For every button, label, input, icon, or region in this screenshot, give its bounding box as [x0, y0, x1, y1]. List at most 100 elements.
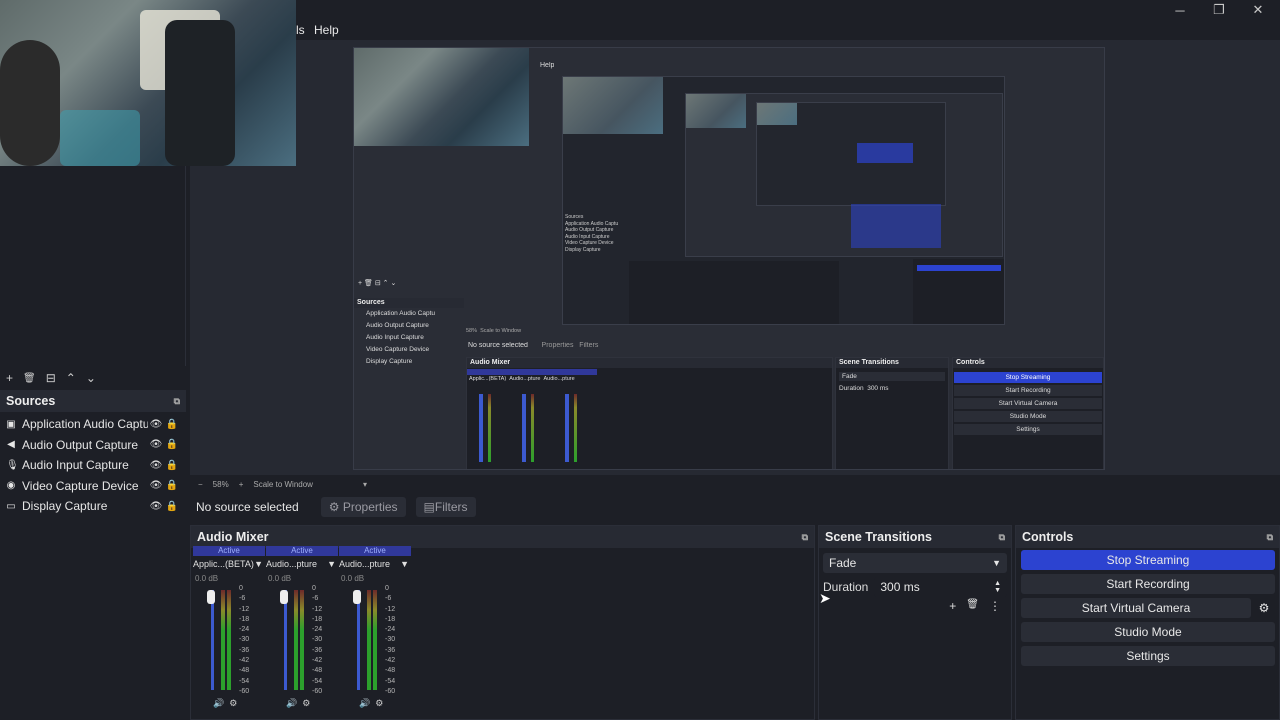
zoom-level: 58% — [212, 479, 229, 489]
volume-slider[interactable] — [357, 590, 360, 690]
nested-help: Help — [540, 62, 555, 69]
add-source-button[interactable]: + — [6, 371, 13, 385]
lock-icon[interactable]: 🔒 — [164, 501, 180, 512]
meter-tick: -12 — [312, 605, 323, 613]
move-down-button[interactable]: ⌄ — [86, 371, 96, 385]
duration-spinbox[interactable]: 300 ms ▲ ▼ — [874, 577, 1007, 597]
volume-slider-handle[interactable] — [353, 590, 361, 604]
lock-icon[interactable]: 🔒 — [164, 419, 180, 430]
dock-float-icon[interactable]: ⧉ — [174, 396, 180, 407]
channel-name-row[interactable]: Audio...pture ▼ — [266, 559, 338, 569]
volume-slider[interactable] — [211, 590, 214, 690]
level-meter — [294, 590, 298, 690]
volume-slider-handle[interactable] — [280, 590, 288, 604]
mouse-cursor-icon: ➤ — [819, 590, 831, 606]
meter-tick: -30 — [312, 636, 323, 644]
move-up-button[interactable]: ⌃ — [66, 371, 76, 385]
more-options-icon[interactable]: ⋮ — [989, 599, 1001, 613]
dropdown-arrow-icon[interactable]: ▼ — [254, 559, 263, 569]
zoom-in-button[interactable]: + — [239, 480, 244, 489]
menu-help[interactable]: Help — [314, 23, 339, 37]
remove-transition-button[interactable]: 🗑 — [966, 599, 979, 613]
lock-icon[interactable]: 🔒 — [164, 480, 180, 491]
meter-tick: -12 — [385, 605, 396, 613]
gear-icon[interactable]: ⚙ — [375, 698, 383, 708]
nested-duration-value: 300 ms — [867, 385, 889, 392]
transition-selected: Fade — [829, 556, 857, 570]
speaker-icon[interactable]: 🔊 — [213, 698, 224, 708]
stop-streaming-button[interactable]: Stop Streaming — [1021, 550, 1275, 570]
source-item-audio-output[interactable]: ◀ Audio Output Capture 👁 🔒 — [0, 435, 186, 456]
lock-icon[interactable]: 🔒 — [164, 460, 180, 471]
spin-arrows-icon[interactable]: ▲ ▼ — [994, 580, 1001, 594]
speaker-icon[interactable]: 🔊 — [359, 698, 370, 708]
virtual-camera-settings-button[interactable]: ⚙ — [1254, 598, 1274, 618]
level-meter — [367, 590, 371, 690]
start-recording-button[interactable]: Start Recording — [1021, 574, 1275, 594]
remove-source-button[interactable]: 🗑 — [23, 373, 36, 384]
source-item-display-capture[interactable]: ▭ Display Capture 👁 🔒 — [0, 496, 186, 517]
volume-slider-handle[interactable] — [207, 590, 215, 604]
no-source-label: No source selected — [196, 500, 299, 514]
speaker-icon[interactable]: 🔊 — [286, 698, 297, 708]
channel-name-row[interactable]: Audio...pture ▼ — [339, 559, 411, 569]
dropdown-arrow-icon[interactable]: ▼ — [400, 559, 409, 569]
settings-button[interactable]: Settings — [1021, 646, 1275, 666]
meter-tick: -30 — [239, 636, 250, 644]
gear-icon[interactable]: ⚙ — [302, 698, 310, 708]
chevron-down-icon[interactable]: ▾ — [363, 480, 367, 489]
minimize-button[interactable]: ─ — [1160, 0, 1200, 20]
lock-icon[interactable]: 🔒 — [164, 439, 180, 450]
source-properties-button[interactable]: ⊟ — [46, 371, 56, 385]
channel-db: 0.0 dB — [268, 574, 292, 583]
source-item-video-capture[interactable]: ◉ Video Capture Device 👁 🔒 — [0, 476, 186, 497]
meter-tick: -36 — [239, 646, 250, 654]
meter-scale: 0 -6 -12 -18 -24 -30 -36 -42 -48 -54 -60 — [239, 584, 249, 697]
nested-mixer: Audio Mixer Applic...(BETA) Audio...ptur… — [466, 357, 833, 469]
source-item-audio-input[interactable]: 🎙 Audio Input Capture 👁 🔒 — [0, 455, 186, 476]
add-transition-button[interactable]: + — [949, 599, 956, 613]
visibility-eye-icon[interactable]: 👁 — [148, 419, 164, 430]
source-item-app-audio[interactable]: ▣ Application Audio Captu 👁 🔒 — [0, 414, 186, 435]
dock-float-icon[interactable]: ⧉ — [1267, 532, 1273, 543]
meter-tick: -6 — [312, 595, 319, 603]
meter-tick: -6 — [239, 595, 246, 603]
filters-button[interactable]: ▤Filters — [415, 497, 476, 517]
meter-tick: -60 — [385, 687, 396, 695]
speaker-icon: ◀ — [7, 439, 15, 451]
scene-transitions-dock: Scene Transitions ⧉ Fade ▼ Duration 300 … — [818, 525, 1012, 720]
dock-float-icon[interactable]: ⧉ — [999, 532, 1005, 543]
visibility-eye-icon[interactable]: 👁 — [148, 480, 164, 491]
studio-mode-button[interactable]: Studio Mode — [1021, 622, 1275, 642]
meter-tick: -42 — [312, 657, 323, 665]
properties-button[interactable]: ⚙ Properties — [320, 497, 406, 517]
visibility-eye-icon[interactable]: 👁 — [148, 501, 164, 512]
channel-name-row[interactable]: Applic...(BETA) ▼ — [193, 559, 265, 569]
channel-name: Audio...pture — [339, 559, 391, 569]
scale-mode-select[interactable]: Scale to Window — [253, 480, 313, 489]
nested-webcam-2 — [563, 77, 663, 134]
gear-icon[interactable]: ⚙ — [229, 698, 237, 708]
meter-tick: -18 — [312, 615, 323, 623]
dropdown-arrow-icon[interactable]: ▼ — [327, 559, 336, 569]
start-virtual-camera-button[interactable]: Start Virtual Camera — [1021, 598, 1251, 618]
maximize-button[interactable]: ❐ — [1199, 0, 1239, 20]
nested-start-recording: Start Recording — [954, 385, 1102, 396]
nested-duration: Duration 300 ms — [839, 385, 945, 392]
nested-webcam — [354, 48, 529, 146]
volume-slider[interactable] — [284, 590, 287, 690]
nested-mixer-2 — [629, 261, 839, 324]
nested-settings: Settings — [954, 424, 1102, 435]
program-canvas[interactable]: Help Sources Application Audio Captu Audio… — [353, 47, 1105, 470]
visibility-eye-icon[interactable]: 👁 — [148, 460, 164, 471]
menu-tools[interactable]: ls — [296, 23, 305, 37]
dock-float-icon[interactable]: ⧉ — [802, 532, 808, 543]
close-button[interactable]: ✕ — [1238, 0, 1278, 20]
visibility-eye-icon[interactable]: 👁 — [148, 439, 164, 450]
nested-controls-4 — [857, 143, 913, 163]
zoom-out-button[interactable]: − — [198, 480, 203, 489]
active-badge: Active — [266, 546, 338, 556]
transition-select[interactable]: Fade ▼ — [823, 553, 1007, 573]
source-label: Audio Output Capture — [22, 437, 139, 452]
nested-zoom: 58% — [466, 328, 478, 334]
